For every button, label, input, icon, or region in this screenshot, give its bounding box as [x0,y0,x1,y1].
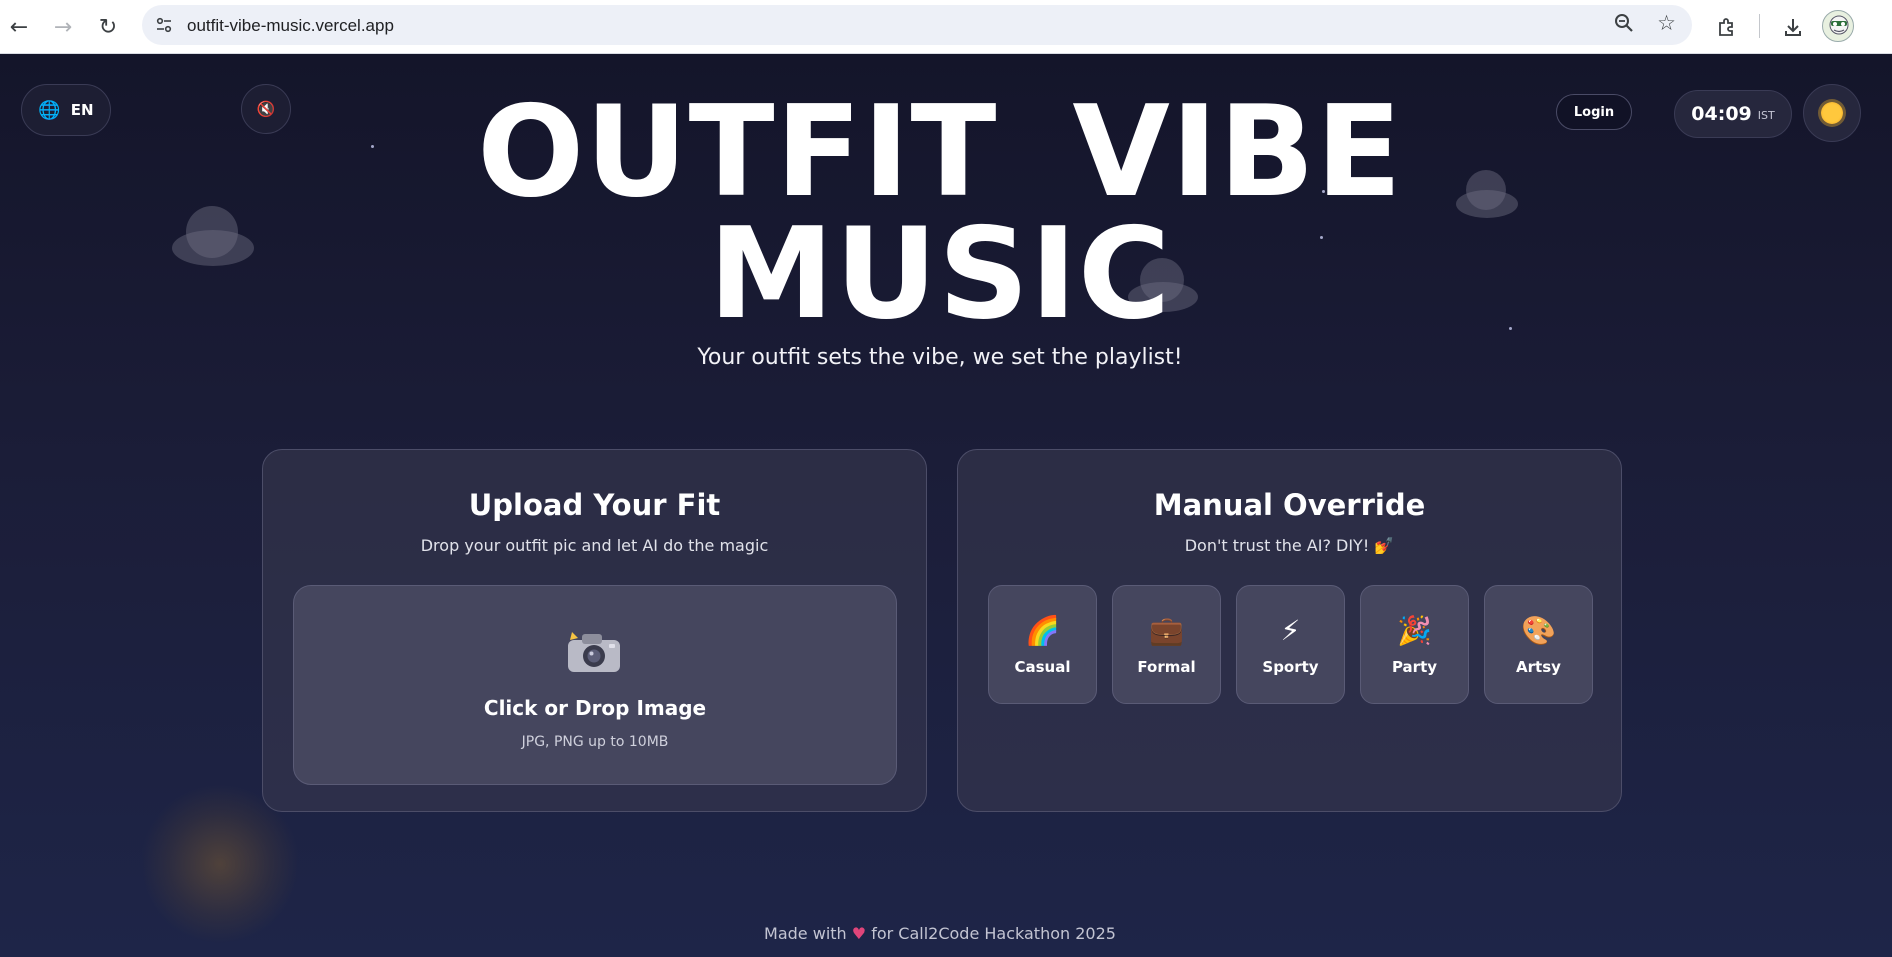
vibe-button-casual[interactable]: 🌈 Casual [988,585,1097,704]
palette-icon: 🎨 [1521,614,1556,647]
vibe-button-party[interactable]: 🎉 Party [1360,585,1469,704]
forward-icon[interactable]: → [48,12,78,42]
manual-card-subtitle: Don't trust the AI? DIY! 💅 [1184,536,1395,555]
address-bar[interactable]: outfit-vibe-music.vercel.app ☆ [142,5,1692,45]
zoom-icon[interactable] [1614,13,1634,38]
vibe-options: 🌈 Casual 💼 Formal ⚡ Sporty 🎉 Party 🎨 Art… [988,585,1593,704]
briefcase-icon: 💼 [1149,614,1184,647]
profile-avatar-icon[interactable] [1822,10,1854,42]
vibe-label: Formal [1137,657,1196,676]
dropzone-title: Click or Drop Image [483,696,707,720]
vibe-button-artsy[interactable]: 🎨 Artsy [1484,585,1593,704]
upload-card-subtitle: Drop your outfit pic and let AI do the m… [420,536,769,555]
camera-icon [568,632,620,672]
url-text[interactable]: outfit-vibe-music.vercel.app [187,16,394,36]
footer-suffix: for Call2Code Hackathon 2025 [871,924,1116,943]
extensions-icon[interactable] [1712,12,1742,42]
vibe-label: Artsy [1516,657,1561,676]
upload-card: Upload Your Fit Drop your outfit pic and… [262,449,927,812]
heart-icon: ♥ [851,924,867,943]
dropzone-hint: JPG, PNG up to 10MB [521,734,669,750]
site-info-icon[interactable] [152,13,176,37]
footer-prefix: Made with [764,924,847,943]
image-dropzone[interactable]: Click or Drop Image JPG, PNG up to 10MB [293,585,897,785]
app-page: 🌐 EN 🔇 Login 04:09 IST OUTFIT VIBE MUSIC… [0,54,1892,957]
footer: Made with ♥ for Call2Code Hackathon 2025 [0,924,1880,943]
manual-override-card: Manual Override Don't trust the AI? DIY!… [957,449,1622,812]
bookmark-star-icon[interactable]: ☆ [1657,11,1676,35]
vibe-label: Casual [1014,657,1071,676]
vibe-button-formal[interactable]: 💼 Formal [1112,585,1221,704]
vibe-button-sporty[interactable]: ⚡ Sporty [1236,585,1345,704]
vibe-label: Sporty [1262,657,1319,676]
hero-tagline: Your outfit sets the vibe, we set the pl… [697,345,1183,370]
browser-toolbar: ← → ↻ outfit-vibe-music.vercel.app ☆ [0,0,1892,54]
manual-card-title: Manual Override [1153,488,1426,522]
download-icon[interactable] [1778,12,1808,42]
rainbow-icon: 🌈 [1025,614,1060,647]
hero-title-line2: MUSIC [708,200,1172,347]
party-popper-icon: 🎉 [1397,614,1432,647]
vibe-label: Party [1391,657,1438,676]
toolbar-divider [1759,14,1760,38]
back-icon[interactable]: ← [4,12,34,42]
lightning-icon: ⚡ [1280,614,1301,647]
upload-card-title: Upload Your Fit [468,488,721,522]
reload-icon[interactable]: ↻ [93,12,123,42]
